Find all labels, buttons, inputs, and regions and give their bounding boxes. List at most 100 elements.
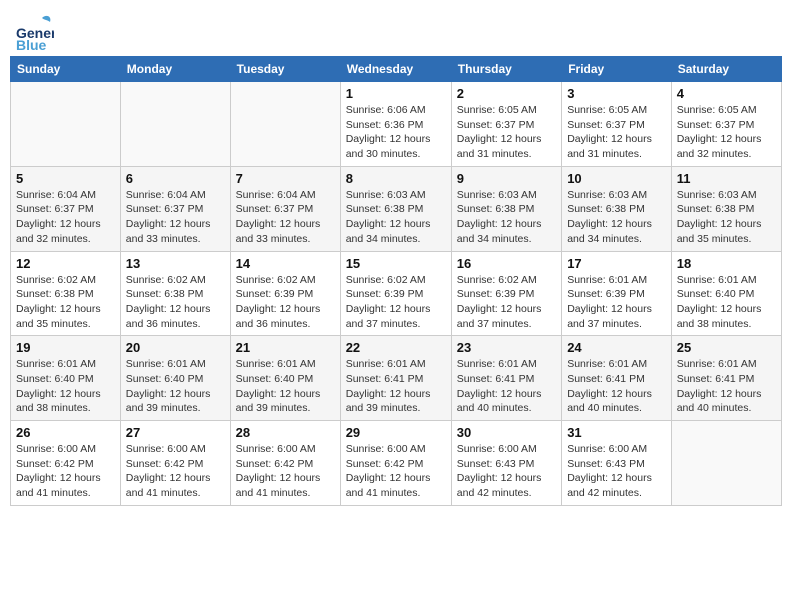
calendar-cell: 6 Sunrise: 6:04 AM Sunset: 6:37 PM Daylig… [120, 166, 230, 251]
day-number: 21 [236, 340, 335, 355]
day-detail: Sunrise: 6:05 AM Sunset: 6:37 PM Dayligh… [677, 103, 776, 162]
day-number: 17 [567, 256, 666, 271]
weekday-header: Monday [120, 57, 230, 82]
logo-icon: General Blue [14, 10, 54, 50]
day-number: 26 [16, 425, 115, 440]
weekday-header: Wednesday [340, 57, 451, 82]
calendar-cell: 18Sunrise: 6:01 AM Sunset: 6:40 PM Dayli… [671, 251, 781, 336]
day-detail: Sunrise: 6:03 AM Sunset: 6:38 PM Dayligh… [567, 188, 666, 247]
day-number: 10 [567, 171, 666, 186]
day-number: 2 [457, 86, 556, 101]
calendar-cell: 5 Sunrise: 6:04 AM Sunset: 6:37 PM Daylig… [11, 166, 121, 251]
day-detail: Sunrise: 6:01 AM Sunset: 6:41 PM Dayligh… [567, 357, 666, 416]
day-number: 31 [567, 425, 666, 440]
day-number: 13 [126, 256, 225, 271]
calendar-cell: 27 Sunrise: 6:00 AM Sunset: 6:42 PM Dayli… [120, 421, 230, 506]
day-number: 5 [16, 171, 115, 186]
calendar-week-row: 12Sunrise: 6:02 AM Sunset: 6:38 PM Dayli… [11, 251, 782, 336]
calendar-cell: 12Sunrise: 6:02 AM Sunset: 6:38 PM Dayli… [11, 251, 121, 336]
day-detail: Sunrise: 6:01 AM Sunset: 6:40 PM Dayligh… [677, 273, 776, 332]
weekday-header: Saturday [671, 57, 781, 82]
day-detail: Sunrise: 6:02 AM Sunset: 6:38 PM Dayligh… [126, 273, 225, 332]
day-number: 25 [677, 340, 776, 355]
calendar-week-row: 19 Sunrise: 6:01 AM Sunset: 6:40 PM Dayli… [11, 336, 782, 421]
day-number: 8 [346, 171, 446, 186]
day-detail: Sunrise: 6:01 AM Sunset: 6:40 PM Dayligh… [16, 357, 115, 416]
calendar-cell: 26 Sunrise: 6:00 AM Sunset: 6:42 PM Dayli… [11, 421, 121, 506]
calendar-week-row: 1 Sunrise: 6:06 AM Sunset: 6:36 PM Daylig… [11, 82, 782, 167]
calendar-cell: 20Sunrise: 6:01 AM Sunset: 6:40 PM Dayli… [120, 336, 230, 421]
day-number: 16 [457, 256, 556, 271]
calendar-week-row: 26 Sunrise: 6:00 AM Sunset: 6:42 PM Dayli… [11, 421, 782, 506]
day-detail: Sunrise: 6:00 AM Sunset: 6:42 PM Dayligh… [126, 442, 225, 501]
day-detail: Sunrise: 6:05 AM Sunset: 6:37 PM Dayligh… [567, 103, 666, 162]
calendar-cell: 24 Sunrise: 6:01 AM Sunset: 6:41 PM Dayli… [562, 336, 672, 421]
day-number: 7 [236, 171, 335, 186]
calendar-cell [230, 82, 340, 167]
calendar-cell: 15 Sunrise: 6:02 AM Sunset: 6:39 PM Dayli… [340, 251, 451, 336]
calendar-week-row: 5 Sunrise: 6:04 AM Sunset: 6:37 PM Daylig… [11, 166, 782, 251]
weekday-header: Tuesday [230, 57, 340, 82]
day-number: 27 [126, 425, 225, 440]
day-number: 22 [346, 340, 446, 355]
day-detail: Sunrise: 6:02 AM Sunset: 6:39 PM Dayligh… [346, 273, 446, 332]
day-detail: Sunrise: 6:05 AM Sunset: 6:37 PM Dayligh… [457, 103, 556, 162]
day-detail: Sunrise: 6:00 AM Sunset: 6:43 PM Dayligh… [567, 442, 666, 501]
day-number: 15 [346, 256, 446, 271]
weekday-header-row: SundayMondayTuesdayWednesdayThursdayFrid… [11, 57, 782, 82]
calendar-cell: 28Sunrise: 6:00 AM Sunset: 6:42 PM Dayli… [230, 421, 340, 506]
day-number: 11 [677, 171, 776, 186]
calendar-cell: 22 Sunrise: 6:01 AM Sunset: 6:41 PM Dayli… [340, 336, 451, 421]
weekday-header: Sunday [11, 57, 121, 82]
day-detail: Sunrise: 6:01 AM Sunset: 6:41 PM Dayligh… [677, 357, 776, 416]
calendar-cell: 10 Sunrise: 6:03 AM Sunset: 6:38 PM Dayli… [562, 166, 672, 251]
day-number: 24 [567, 340, 666, 355]
day-detail: Sunrise: 6:01 AM Sunset: 6:41 PM Dayligh… [346, 357, 446, 416]
day-detail: Sunrise: 6:04 AM Sunset: 6:37 PM Dayligh… [16, 188, 115, 247]
logo: General Blue [14, 10, 58, 50]
day-detail: Sunrise: 6:01 AM Sunset: 6:41 PM Dayligh… [457, 357, 556, 416]
calendar-cell [671, 421, 781, 506]
day-detail: Sunrise: 6:00 AM Sunset: 6:42 PM Dayligh… [16, 442, 115, 501]
day-number: 19 [16, 340, 115, 355]
calendar-cell: 9 Sunrise: 6:03 AM Sunset: 6:38 PM Daylig… [451, 166, 561, 251]
calendar-cell: 11 Sunrise: 6:03 AM Sunset: 6:38 PM Dayli… [671, 166, 781, 251]
calendar-cell: 7 Sunrise: 6:04 AM Sunset: 6:37 PM Daylig… [230, 166, 340, 251]
calendar-cell: 3Sunrise: 6:05 AM Sunset: 6:37 PM Daylig… [562, 82, 672, 167]
calendar-cell: 1 Sunrise: 6:06 AM Sunset: 6:36 PM Daylig… [340, 82, 451, 167]
page-header: General Blue [10, 10, 782, 50]
calendar-cell: 17Sunrise: 6:01 AM Sunset: 6:39 PM Dayli… [562, 251, 672, 336]
calendar-cell: 8 Sunrise: 6:03 AM Sunset: 6:38 PM Daylig… [340, 166, 451, 251]
day-number: 23 [457, 340, 556, 355]
calendar-cell: 30 Sunrise: 6:00 AM Sunset: 6:43 PM Dayli… [451, 421, 561, 506]
day-number: 1 [346, 86, 446, 101]
day-detail: Sunrise: 6:01 AM Sunset: 6:40 PM Dayligh… [126, 357, 225, 416]
day-number: 6 [126, 171, 225, 186]
calendar-cell: 23 Sunrise: 6:01 AM Sunset: 6:41 PM Dayli… [451, 336, 561, 421]
calendar-cell: 16 Sunrise: 6:02 AM Sunset: 6:39 PM Dayli… [451, 251, 561, 336]
day-detail: Sunrise: 6:01 AM Sunset: 6:40 PM Dayligh… [236, 357, 335, 416]
calendar-cell: 4 Sunrise: 6:05 AM Sunset: 6:37 PM Daylig… [671, 82, 781, 167]
day-detail: Sunrise: 6:03 AM Sunset: 6:38 PM Dayligh… [346, 188, 446, 247]
day-detail: Sunrise: 6:00 AM Sunset: 6:43 PM Dayligh… [457, 442, 556, 501]
day-number: 30 [457, 425, 556, 440]
calendar-cell: 2 Sunrise: 6:05 AM Sunset: 6:37 PM Daylig… [451, 82, 561, 167]
weekday-header: Friday [562, 57, 672, 82]
calendar-cell [11, 82, 121, 167]
day-detail: Sunrise: 6:06 AM Sunset: 6:36 PM Dayligh… [346, 103, 446, 162]
calendar-cell: 13 Sunrise: 6:02 AM Sunset: 6:38 PM Dayli… [120, 251, 230, 336]
calendar-cell: 21 Sunrise: 6:01 AM Sunset: 6:40 PM Dayli… [230, 336, 340, 421]
calendar-cell: 19 Sunrise: 6:01 AM Sunset: 6:40 PM Dayli… [11, 336, 121, 421]
day-detail: Sunrise: 6:02 AM Sunset: 6:39 PM Dayligh… [236, 273, 335, 332]
day-number: 28 [236, 425, 335, 440]
day-detail: Sunrise: 6:04 AM Sunset: 6:37 PM Dayligh… [126, 188, 225, 247]
day-number: 29 [346, 425, 446, 440]
weekday-header: Thursday [451, 57, 561, 82]
day-detail: Sunrise: 6:03 AM Sunset: 6:38 PM Dayligh… [457, 188, 556, 247]
day-detail: Sunrise: 6:03 AM Sunset: 6:38 PM Dayligh… [677, 188, 776, 247]
day-number: 9 [457, 171, 556, 186]
svg-text:Blue: Blue [16, 37, 47, 50]
day-detail: Sunrise: 6:02 AM Sunset: 6:39 PM Dayligh… [457, 273, 556, 332]
day-detail: Sunrise: 6:04 AM Sunset: 6:37 PM Dayligh… [236, 188, 335, 247]
day-number: 4 [677, 86, 776, 101]
